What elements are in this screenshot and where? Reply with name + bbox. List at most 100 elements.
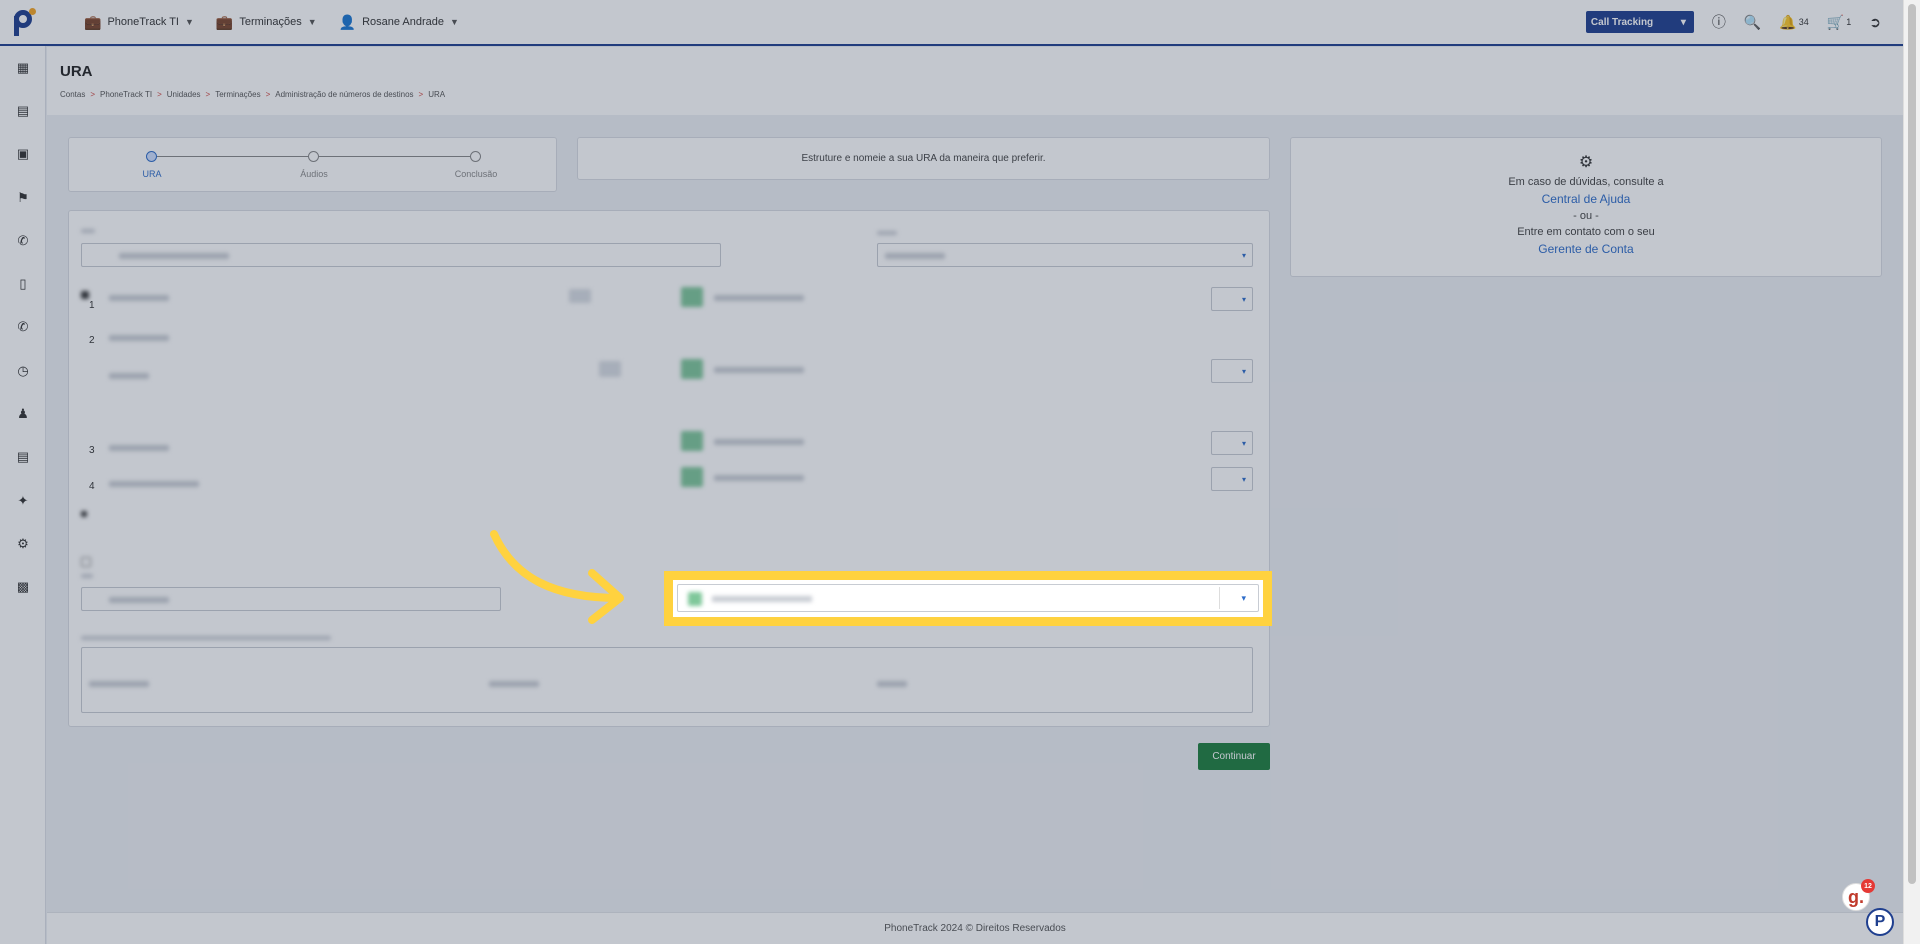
help-icon[interactable]: ⓘ bbox=[1712, 12, 1726, 32]
step-connector bbox=[152, 156, 309, 157]
guide-widget[interactable]: g. 12 bbox=[1842, 879, 1875, 911]
step-indicator bbox=[308, 151, 319, 162]
destination-icon bbox=[688, 592, 702, 606]
field-label-blurred bbox=[81, 636, 331, 640]
option-marker bbox=[81, 291, 89, 299]
user-menu[interactable]: 👤 Rosane Andrade ▼ bbox=[339, 14, 459, 31]
option-checkbox[interactable] bbox=[81, 557, 91, 567]
cart-button[interactable]: 🛒 1 bbox=[1827, 14, 1851, 31]
notifications-count: 34 bbox=[1798, 17, 1809, 27]
sidebar-item-integrations[interactable]: ✦ bbox=[0, 479, 46, 522]
breadcrumb-item[interactable]: Administração de números de destinos bbox=[275, 90, 413, 99]
phonetrack-logo[interactable] bbox=[0, 0, 46, 44]
puzzle-icon: ✦ bbox=[17, 492, 29, 508]
blurred-text bbox=[89, 681, 149, 687]
briefcase-icon: 💼 bbox=[215, 13, 234, 30]
scroll-thumb[interactable] bbox=[1908, 4, 1916, 884]
breadcrumb-separator: > bbox=[265, 90, 271, 99]
blurred-text bbox=[877, 681, 907, 687]
breadcrumb-item[interactable]: Terminações bbox=[215, 90, 260, 99]
blurred-text bbox=[712, 596, 812, 602]
sidebar-item-reports[interactable]: ▤ bbox=[0, 436, 46, 479]
product-select[interactable]: Call Tracking ▾ bbox=[1585, 11, 1694, 33]
flag-icon: ⚑ bbox=[17, 189, 29, 205]
help-contact-text: Entre em contato com o seu bbox=[1517, 226, 1655, 238]
continue-button[interactable]: Continuar bbox=[1198, 743, 1270, 770]
dashboard-icon: ▦ bbox=[16, 59, 30, 75]
contact-card-icon: ▯ bbox=[19, 276, 27, 292]
sidebar: ▦ ▤ ▣ ⚑ ✆ ▯ ✆ ◷ ♟ ▤ ✦ ⚙ ▩ bbox=[0, 46, 46, 944]
phone-icon: ✆ bbox=[17, 232, 29, 248]
books-icon: ▤ bbox=[16, 449, 30, 465]
blurred-text bbox=[109, 445, 169, 451]
building-icon: ▤ bbox=[16, 102, 30, 118]
option-number: 3 bbox=[89, 445, 95, 456]
breadcrumb: Contas > PhoneTrack TI > Unidades > Term… bbox=[60, 90, 445, 99]
account-manager-link[interactable]: Gerente de Conta bbox=[1291, 242, 1881, 256]
terminations-menu[interactable]: 💼 Terminações ▼ bbox=[216, 14, 317, 31]
field-label-blurred bbox=[877, 231, 897, 235]
sidebar-item-dashboard[interactable]: ▦ bbox=[0, 46, 46, 89]
option-destination-select[interactable]: ▾ bbox=[1211, 431, 1253, 455]
step-label-audios[interactable]: Áudios bbox=[300, 169, 328, 179]
notifications-button[interactable]: 🔔 34 bbox=[1779, 14, 1808, 31]
caret-down-icon: ▾ bbox=[1241, 251, 1246, 260]
step-indicator-active bbox=[146, 151, 157, 162]
destination-select-highlighted[interactable]: ▾ bbox=[677, 584, 1259, 612]
sidebar-item-settings[interactable]: ⚙ bbox=[0, 522, 46, 565]
history-icon: ◷ bbox=[17, 362, 29, 378]
breadcrumb-item[interactable]: PhoneTrack TI bbox=[100, 90, 152, 99]
phonetrack-chat-icon[interactable]: P bbox=[1866, 908, 1894, 936]
field-label-blurred bbox=[81, 229, 95, 233]
breadcrumb-separator: > bbox=[157, 90, 162, 99]
store-icon: ▩ bbox=[16, 579, 30, 595]
caret-down-icon: ▾ bbox=[1241, 439, 1246, 448]
sidebar-item-users[interactable]: ♟ bbox=[0, 392, 46, 435]
logout-icon[interactable]: ➲ bbox=[1869, 14, 1881, 31]
add-option-icon[interactable] bbox=[81, 511, 87, 517]
blurred-text bbox=[489, 681, 539, 687]
sidebar-item-terminations[interactable]: ✆ bbox=[0, 306, 46, 349]
step-label-ura[interactable]: URA bbox=[142, 169, 161, 179]
instruction-text: Estruture e nomeie a sua URA da maneira … bbox=[801, 153, 1046, 164]
product-select-label: Call Tracking bbox=[1590, 16, 1654, 28]
breadcrumb-item[interactable]: Unidades bbox=[167, 90, 201, 99]
ura-form-card: ▾ ▾ ▾ ▾ ▾ 1 2 3 4 bbox=[68, 210, 1270, 727]
blurred-text bbox=[119, 253, 229, 259]
blurred-text bbox=[885, 253, 945, 259]
sidebar-item-campaigns[interactable]: ⚑ bbox=[0, 176, 46, 219]
breadcrumb-item[interactable]: Contas bbox=[60, 90, 85, 99]
breadcrumb-separator: > bbox=[418, 90, 424, 99]
page-header: URA Contas > PhoneTrack TI > Unidades > … bbox=[47, 47, 1903, 115]
sidebar-item-calls[interactable]: ✆ bbox=[0, 219, 46, 262]
page-scrollbar[interactable] bbox=[1903, 0, 1920, 944]
sidebar-item-history[interactable]: ◷ bbox=[0, 349, 46, 392]
select-divider bbox=[1219, 587, 1220, 609]
option-destination-select[interactable]: ▾ bbox=[1211, 359, 1253, 383]
blurred-text bbox=[714, 475, 804, 481]
option-destination-select[interactable]: ▾ bbox=[1211, 467, 1253, 491]
search-icon[interactable]: 🔍 bbox=[1744, 14, 1761, 31]
sidebar-item-contacts[interactable]: ▯ bbox=[0, 262, 46, 305]
account-menu[interactable]: 💼 PhoneTrack TI ▼ bbox=[84, 14, 194, 31]
tutorial-highlight: ▾ bbox=[664, 571, 1272, 626]
sidebar-item-store[interactable]: ▩ bbox=[0, 566, 46, 609]
field-label-blurred bbox=[81, 574, 93, 578]
user-icon: 👤 bbox=[338, 13, 357, 30]
sidebar-item-units[interactable]: ▣ bbox=[0, 133, 46, 176]
sidebar-item-accounts[interactable]: ▤ bbox=[0, 89, 46, 132]
bell-icon: 🔔 bbox=[1779, 13, 1797, 30]
option-destination-select[interactable]: ▾ bbox=[1211, 287, 1253, 311]
caret-down-icon: ▾ bbox=[1241, 295, 1246, 304]
blurred-text bbox=[109, 597, 169, 603]
instruction-card: Estruture e nomeie a sua URA da maneira … bbox=[577, 137, 1270, 180]
step-indicator bbox=[470, 151, 481, 162]
help-text: Em caso de dúvidas, consulte a bbox=[1508, 176, 1664, 188]
step-label-conclusion[interactable]: Conclusão bbox=[455, 169, 498, 179]
key-input-blurred[interactable] bbox=[569, 289, 591, 303]
option-number: 4 bbox=[89, 481, 95, 492]
key-input-blurred[interactable] bbox=[599, 361, 621, 377]
help-center-link[interactable]: Central de Ajuda bbox=[1291, 192, 1881, 206]
users-icon: ♟ bbox=[17, 406, 29, 422]
cart-icon: 🛒 bbox=[1826, 13, 1845, 30]
